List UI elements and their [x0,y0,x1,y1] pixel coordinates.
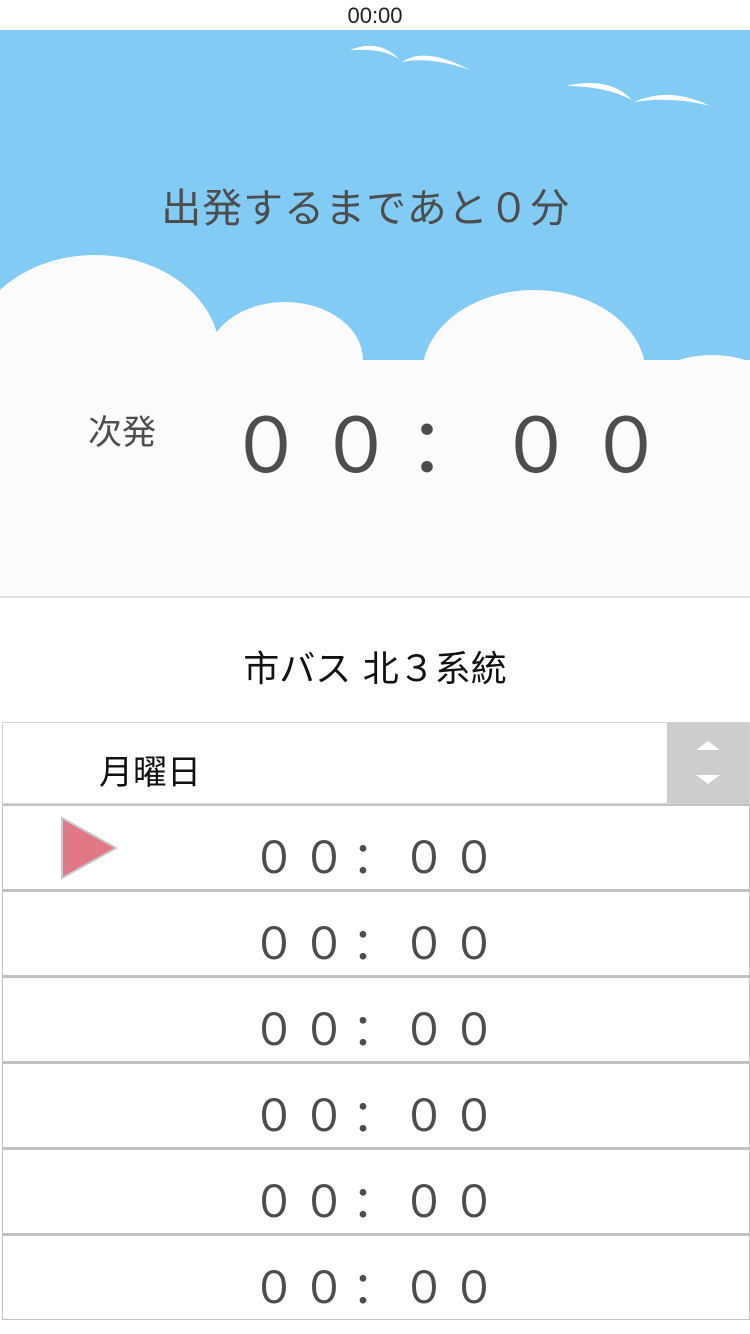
departure-time: ００：００ [252,1178,502,1227]
timetable-row[interactable]: ００：００ [2,1148,750,1234]
next-departure-time: ００：００ [228,404,678,489]
timetable-row[interactable]: ００：００ [2,976,750,1062]
timetable: ００：００ ００：００ ００：００ ００：００ ００：００ ００：００ [2,804,750,1320]
departure-time: ００：００ [252,1006,502,1055]
status-time: 00:00 [347,3,403,28]
next-departure-label: 次発 [88,413,156,453]
departure-time: ００：００ [252,1264,502,1313]
up-down-arrows-icon[interactable] [667,723,749,803]
departure-time: ００：００ [252,1092,502,1141]
departure-time: ００：００ [252,834,502,883]
countdown-text: 出発するまであと０分 [161,186,571,232]
day-selector-value: 月曜日 [99,753,201,793]
countdown-hero: 出発するまであと０分 次発 ００：００ [0,30,750,596]
status-bar: 00:00 [0,0,750,30]
timetable-row[interactable]: ００：００ [2,1062,750,1148]
day-selector[interactable]: 月曜日 [2,722,750,804]
sky-background [0,30,750,596]
timetable-row[interactable]: ００：００ [2,890,750,976]
route-title: 市バス 北３系統 [243,649,507,690]
departure-time: ００：００ [252,920,502,969]
timetable-row[interactable]: ００：００ [2,804,750,890]
timetable-row[interactable]: ００：００ [2,1234,750,1320]
divider [0,596,750,598]
